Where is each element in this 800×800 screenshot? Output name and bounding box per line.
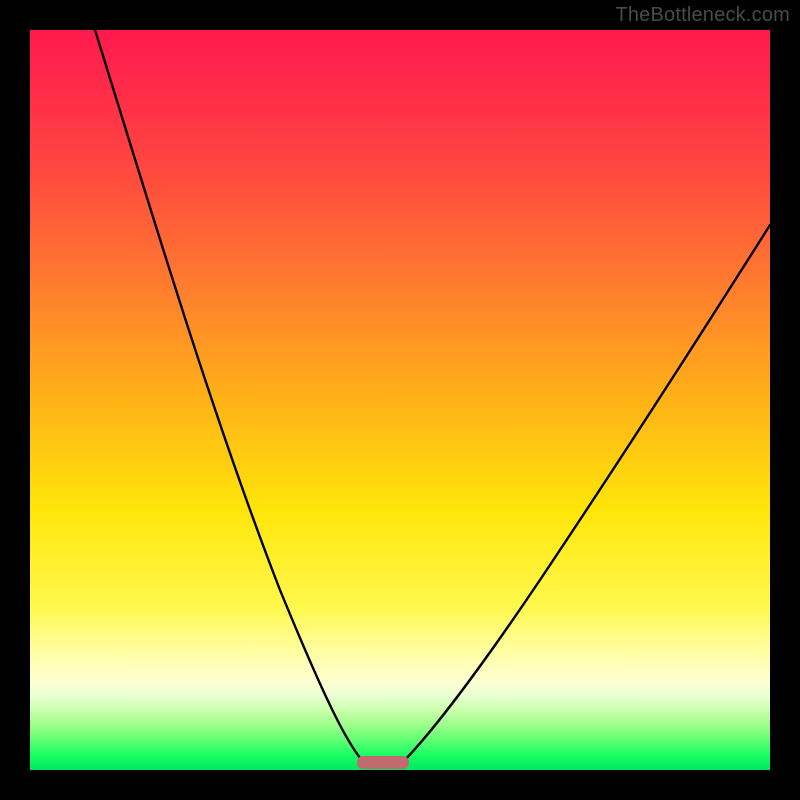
curve-right-branch <box>400 225 770 765</box>
watermark-text: TheBottleneck.com <box>615 4 790 27</box>
chart-plot-area <box>30 30 770 770</box>
curve-left-branch <box>95 30 366 765</box>
bottleneck-marker <box>357 756 409 769</box>
curve-layer <box>30 30 770 770</box>
